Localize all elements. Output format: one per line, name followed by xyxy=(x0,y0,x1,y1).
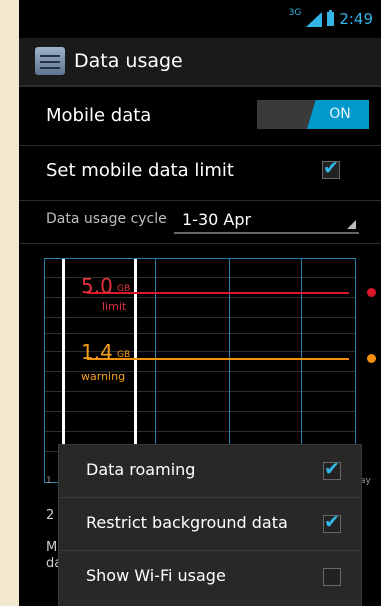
restrict-background-checkbox[interactable] xyxy=(323,511,341,533)
battery-icon xyxy=(327,10,335,26)
signal-icon xyxy=(306,11,323,27)
data-limit-row[interactable]: Set mobile data limit xyxy=(19,142,381,201)
overflow-menu: Data roaming Restrict background data Sh… xyxy=(58,444,362,606)
mobile-data-toggle[interactable]: ON xyxy=(257,100,369,129)
status-time: 2:49 xyxy=(339,10,373,28)
obscured-text-1: 2 xyxy=(46,508,55,523)
toggle-on-state: ON xyxy=(307,100,369,129)
obscured-text-2: M xyxy=(46,540,58,555)
limit-handle[interactable] xyxy=(367,288,376,297)
data-usage-app-icon[interactable] xyxy=(35,47,65,75)
chart-axis-left: 1 xyxy=(46,476,52,486)
status-bar: 3G 2:49 xyxy=(19,0,381,38)
data-limit-checkbox[interactable] xyxy=(322,157,340,179)
status-icons: 3G 2:49 xyxy=(288,8,373,28)
menu-item-label: Restrict background data xyxy=(86,513,288,532)
menu-item-show-wifi-usage[interactable]: Show Wi-Fi usage xyxy=(59,551,361,603)
menu-item-restrict-background-data[interactable]: Restrict background data xyxy=(59,498,361,551)
menu-item-data-roaming[interactable]: Data roaming xyxy=(59,445,361,498)
data-usage-cycle-label: Data usage cycle xyxy=(46,211,167,227)
menu-item-label: Data roaming xyxy=(86,460,196,479)
data-usage-cycle-row: Data usage cycle 1-30 Apr xyxy=(19,198,381,244)
warning-handle[interactable] xyxy=(367,354,376,363)
phone-screen: 3G 2:49 Data usage Mobile data ON Set mo… xyxy=(19,0,381,606)
mobile-data-label: Mobile data xyxy=(46,105,152,126)
data-roaming-checkbox[interactable] xyxy=(323,458,341,480)
show-wifi-usage-checkbox[interactable] xyxy=(323,568,341,586)
limit-value: 5.0 xyxy=(81,274,113,298)
limit-label: limit xyxy=(102,300,127,313)
action-bar: Data usage xyxy=(19,38,381,87)
warning-unit: GB xyxy=(117,350,131,360)
warning-label: warning xyxy=(81,370,126,383)
menu-item-label: Show Wi-Fi usage xyxy=(86,566,226,585)
warning-value: 1.4 xyxy=(81,340,113,364)
network-type-label: 3G xyxy=(288,8,302,18)
data-limit-label: Set mobile data limit xyxy=(46,160,234,181)
page-title: Data usage xyxy=(74,50,183,72)
data-usage-cycle-spinner[interactable]: 1-30 Apr xyxy=(174,206,359,234)
limit-unit: GB xyxy=(117,284,131,294)
mobile-data-row[interactable]: Mobile data ON xyxy=(19,87,381,146)
